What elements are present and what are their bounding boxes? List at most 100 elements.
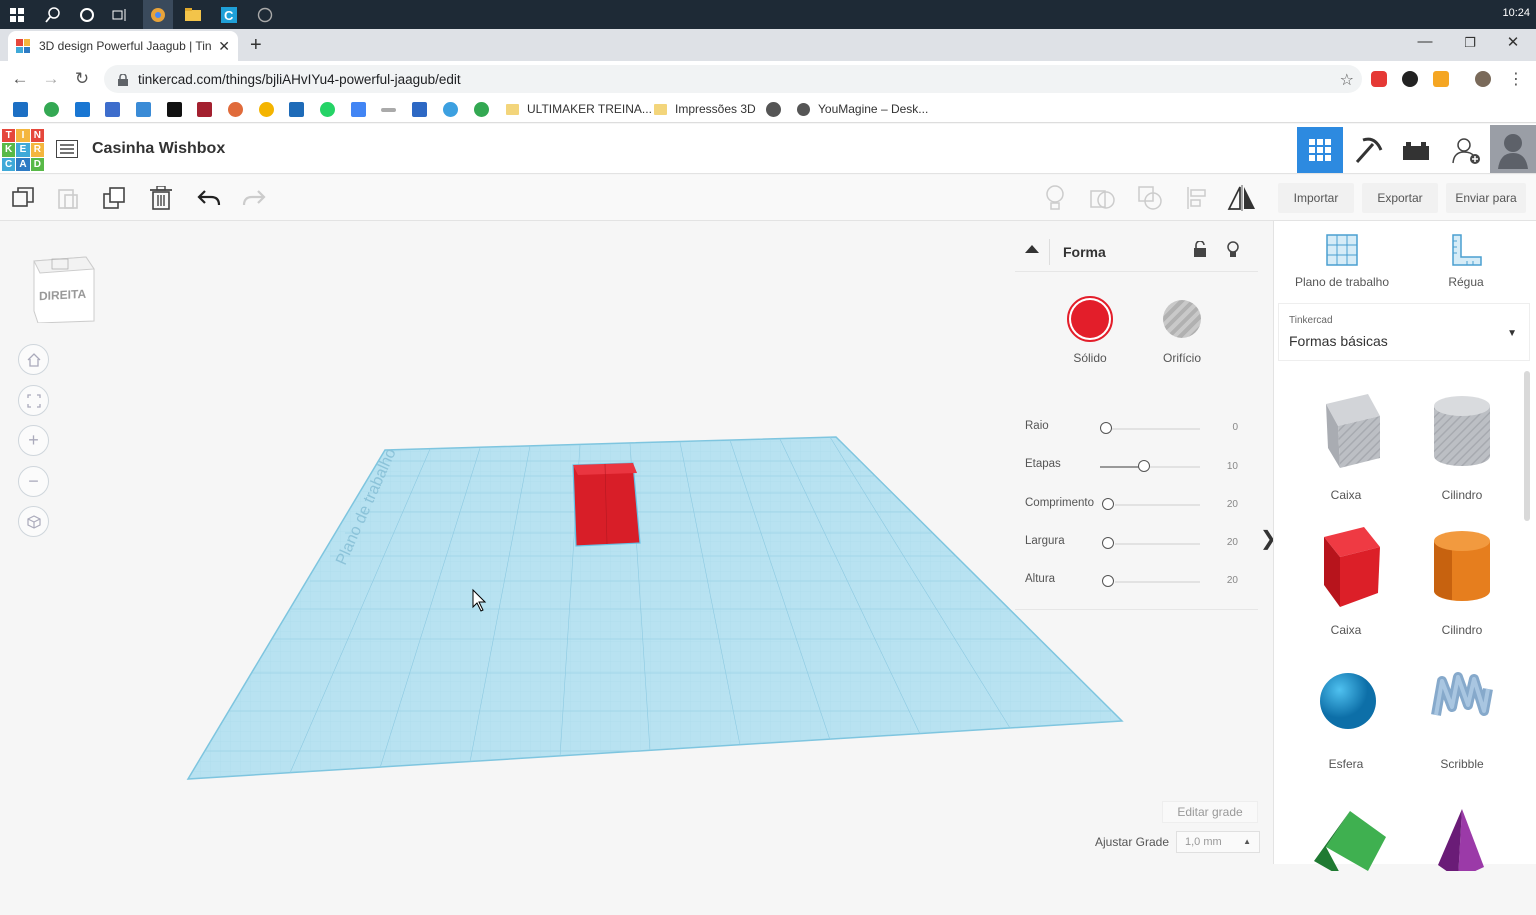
shape-roof[interactable]	[1291, 791, 1401, 915]
shape-scribble[interactable]: Scribble	[1407, 655, 1517, 779]
windows-start-icon[interactable]	[2, 0, 32, 29]
snap-grid-select[interactable]: 1,0 mm ▲	[1176, 831, 1260, 853]
tinkercad-logo[interactable]: TIN KER CAD	[2, 129, 44, 171]
tab-close-icon[interactable]: ✕	[218, 38, 230, 55]
ungroup-button[interactable]	[1136, 184, 1164, 212]
task-view-icon[interactable]	[105, 0, 135, 29]
fit-view-button[interactable]	[18, 385, 49, 416]
bookmark-folder-ultimaker[interactable]: ULTIMAKER TREINA...	[506, 102, 652, 116]
param-slider[interactable]	[1100, 422, 1112, 434]
param-slider[interactable]	[1138, 460, 1150, 472]
undo-button[interactable]	[195, 184, 223, 212]
shape-box-gray[interactable]: Caixa	[1291, 386, 1401, 510]
group-button[interactable]	[1088, 184, 1116, 212]
new-tab-icon[interactable]: +	[250, 34, 262, 57]
bookmark-bird-icon[interactable]	[443, 102, 458, 117]
send-to-button[interactable]: Enviar para	[1446, 183, 1526, 213]
shape-cylinder-orange[interactable]: Cilindro	[1407, 521, 1517, 645]
bookmark-youmagine[interactable]: YouMagine – Desk...	[797, 102, 928, 116]
delete-button[interactable]	[147, 184, 175, 212]
edit-grid-button[interactable]: Editar grade	[1162, 801, 1258, 823]
param-value[interactable]: 10	[1227, 461, 1238, 472]
browser-tab[interactable]: 3D design Powerful Jaagub | Tinkercad ✕	[8, 31, 238, 61]
bookmark-p-icon[interactable]	[167, 102, 182, 117]
bookmark-docs-icon[interactable]	[105, 102, 120, 117]
bookmark-whatsapp-icon[interactable]	[320, 102, 335, 117]
design-title[interactable]: Casinha Wishbox	[92, 140, 225, 158]
forward-icon[interactable]: →	[41, 69, 61, 89]
add-user-button[interactable]	[1443, 127, 1489, 173]
bookmark-doc2-icon[interactable]	[351, 102, 366, 117]
app-c-icon[interactable]: C	[214, 0, 244, 29]
workplane-tool[interactable]: Plano de trabalho	[1287, 231, 1397, 289]
param-slider[interactable]	[1102, 537, 1114, 549]
param-value[interactable]: 20	[1227, 575, 1238, 586]
hole-button[interactable]	[1163, 300, 1201, 338]
copy-button[interactable]	[9, 184, 37, 212]
shape-sphere[interactable]: Esfera	[1291, 655, 1401, 779]
restore-icon[interactable]: ❐	[1455, 35, 1485, 51]
user-avatar[interactable]	[1490, 125, 1536, 173]
bookmark-calendar-icon[interactable]	[197, 102, 212, 117]
param-value[interactable]: 20	[1227, 499, 1238, 510]
duplicate-button[interactable]	[101, 184, 129, 212]
bookmark-m-icon[interactable]	[412, 102, 427, 117]
bookmark-folder-impressoes[interactable]: Impressões 3D	[654, 102, 756, 116]
bookmark-drive2-icon[interactable]	[259, 102, 274, 117]
redo-button[interactable]	[240, 184, 268, 212]
cortana-icon[interactable]	[72, 0, 102, 29]
blocks-pickaxe-button[interactable]	[1345, 127, 1391, 173]
clock-app-icon[interactable]	[250, 0, 280, 29]
3d-view-grid-button[interactable]	[1297, 127, 1343, 173]
bookmark-app-icon[interactable]	[136, 102, 151, 117]
bookmark-globe-icon[interactable]	[474, 102, 489, 117]
search-icon[interactable]	[38, 0, 68, 29]
import-button[interactable]: Importar	[1278, 183, 1354, 213]
view-cube[interactable]: DIREITA	[30, 249, 96, 323]
url-field[interactable]: tinkercad.com/things/bjliAHvIYu4-powerfu…	[104, 65, 1362, 93]
bookmark-linkedin-icon[interactable]	[13, 102, 28, 117]
red-box-object[interactable]	[572, 462, 641, 547]
export-button[interactable]: Exportar	[1362, 183, 1438, 213]
paste-button[interactable]	[54, 184, 82, 212]
shape-cylinder-gray[interactable]: Cilindro	[1407, 386, 1517, 510]
chrome-taskbar-icon[interactable]	[143, 0, 173, 29]
ruler-tool[interactable]: Régua	[1411, 231, 1521, 289]
bookmark-trello-icon[interactable]	[75, 102, 90, 117]
bookmark-world-icon[interactable]	[766, 102, 781, 117]
file-explorer-icon[interactable]	[178, 0, 208, 29]
extension-play-icon[interactable]	[1402, 71, 1418, 87]
bookmark-dots-icon[interactable]	[228, 102, 243, 117]
bookmark-star-icon[interactable]: ☆	[1340, 70, 1354, 90]
solid-button[interactable]	[1067, 296, 1113, 342]
zoom-out-button[interactable]: −	[18, 466, 49, 497]
chrome-menu-icon[interactable]: ⋮	[1506, 69, 1526, 89]
param-value[interactable]: 0	[1232, 422, 1238, 433]
param-slider[interactable]	[1102, 498, 1114, 510]
shape-box-red[interactable]: Caixa	[1291, 521, 1401, 645]
3d-viewport[interactable]: Plano de trabalho DIREITA + − Forma Sóli…	[0, 221, 1277, 864]
mirror-button[interactable]	[1227, 184, 1255, 212]
shape-library-select[interactable]: Tinkercad Formas básicas ▼	[1278, 303, 1530, 361]
shape-pyramid[interactable]	[1407, 791, 1517, 915]
param-slider[interactable]	[1102, 575, 1114, 587]
profile-avatar[interactable]	[1475, 71, 1491, 87]
reload-icon[interactable]: ↻	[72, 69, 92, 89]
bookmark-13-icon[interactable]	[289, 102, 304, 117]
show-hidden-button[interactable]	[1041, 184, 1069, 212]
library-scrollbar[interactable]	[1524, 371, 1530, 521]
zoom-in-button[interactable]: +	[18, 425, 49, 456]
extension-record-icon[interactable]	[1371, 71, 1387, 87]
back-icon[interactable]: ←	[10, 69, 30, 89]
bricks-button[interactable]	[1393, 127, 1439, 173]
window-close-icon[interactable]: ✕	[1498, 33, 1528, 51]
lightbulb-icon[interactable]	[1227, 241, 1239, 258]
minimize-icon[interactable]: —	[1410, 33, 1440, 50]
align-button[interactable]	[1183, 184, 1211, 212]
param-value[interactable]: 20	[1227, 537, 1238, 548]
bookmark-bar-icon[interactable]	[381, 108, 396, 112]
design-list-icon[interactable]	[56, 140, 78, 158]
extension-camera-icon[interactable]	[1433, 71, 1449, 87]
collapse-panel-icon[interactable]	[1025, 245, 1039, 253]
home-view-button[interactable]	[18, 344, 49, 375]
